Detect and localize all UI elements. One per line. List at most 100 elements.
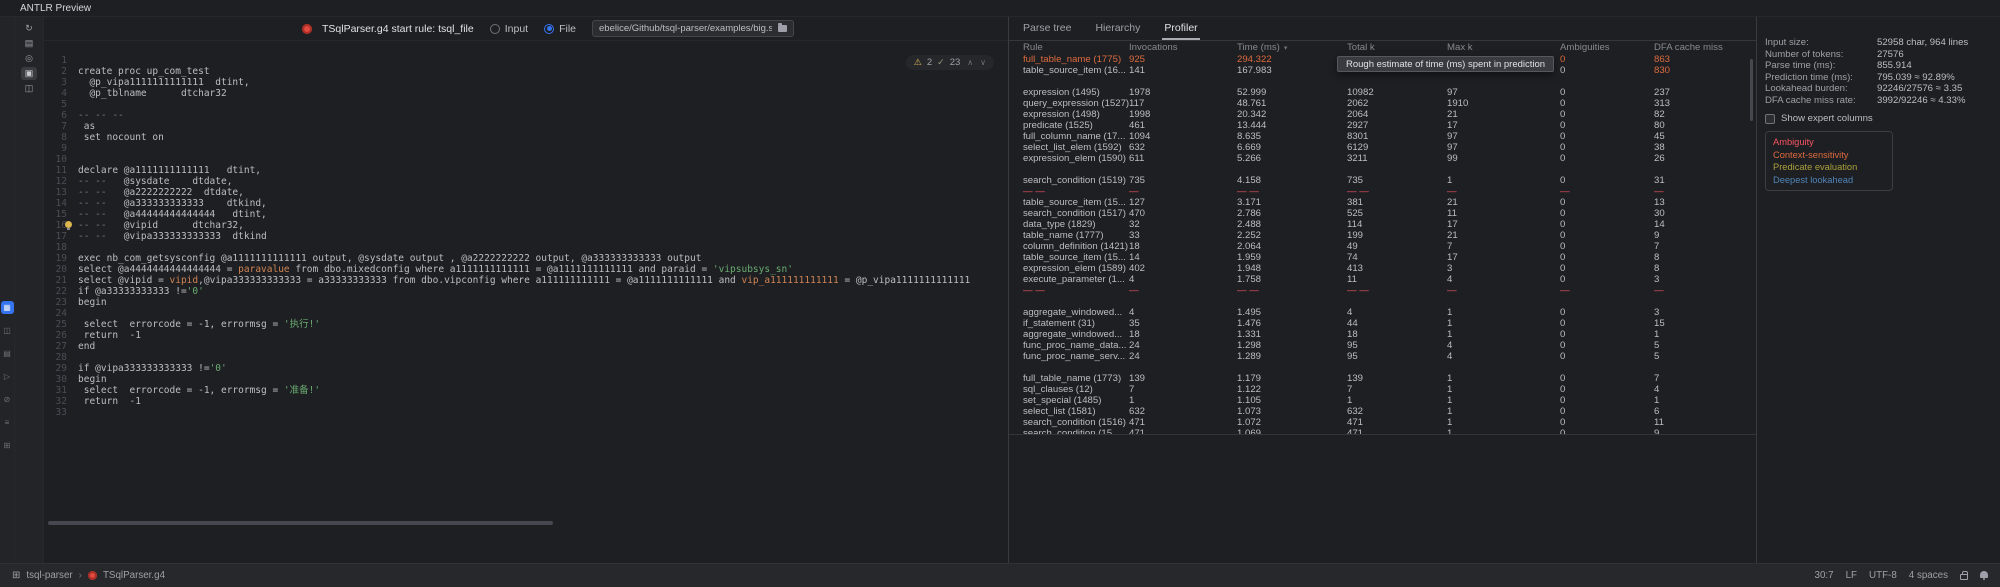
table-row[interactable]: func_proc_name_data...241.29895405	[1009, 340, 1756, 351]
table-row[interactable]: table_source_item (15...141.959741708	[1009, 252, 1756, 263]
code-line[interactable]	[74, 99, 1008, 110]
structure-icon[interactable]: ▤	[21, 37, 37, 50]
table-row[interactable]: search_condition (1519)7354.1587351031	[1009, 175, 1756, 186]
code-line[interactable]: as	[74, 121, 1008, 132]
table-row[interactable]: column_definition (1421)182.06449707	[1009, 241, 1756, 252]
column-header[interactable]: Rule	[1023, 42, 1129, 53]
table-row[interactable]	[1009, 164, 1756, 175]
code-line[interactable]	[74, 154, 1008, 165]
table-row[interactable]: set_special (1485)11.1051101	[1009, 395, 1756, 406]
table-row[interactable]: table_source_item (15...1273.17138121013	[1009, 197, 1756, 208]
table-row[interactable]: query_expression (1527)11748.76120621910…	[1009, 98, 1756, 109]
commit-stripe-button[interactable]: ◫	[1, 324, 14, 337]
input-radio[interactable]: Input	[490, 23, 528, 35]
indent-style[interactable]: 4 spaces	[1909, 570, 1948, 581]
export-icon[interactable]: ◫	[21, 82, 37, 95]
code-line[interactable]: -- -- @sysdate dtdate,	[74, 176, 1008, 187]
structure-stripe-button[interactable]: ▤	[1, 347, 14, 360]
prev-issue-icon[interactable]: ∧	[967, 57, 973, 68]
code-line[interactable]	[74, 242, 1008, 253]
table-row[interactable]: expression_elem (1590)6115.266321199026	[1009, 153, 1756, 164]
code-line[interactable]: @p_vipa1111111111111 dtint,	[74, 77, 1008, 88]
code-line[interactable]: end	[74, 341, 1008, 352]
table-row[interactable]	[1009, 296, 1756, 307]
readonly-lock-icon[interactable]	[1960, 574, 1968, 580]
code-line[interactable]	[74, 143, 1008, 154]
column-header[interactable]: Time (ms)▾	[1237, 42, 1347, 53]
code-line[interactable]: begin	[74, 297, 1008, 308]
table-row[interactable]	[1009, 362, 1756, 373]
breadcrumb-project[interactable]: tsql-parser	[26, 570, 72, 581]
code-line[interactable]: -- -- --	[74, 110, 1008, 121]
table-row[interactable]: expression (1495)197852.99910982970237	[1009, 87, 1756, 98]
code-line[interactable]	[74, 407, 1008, 418]
file-path-field[interactable]: ebelice/Github/tsql-parser/examples/big.…	[592, 20, 794, 37]
tab-profiler[interactable]: Profiler	[1162, 17, 1199, 40]
code-line[interactable]: -- -- @vipa333333333333 dtkind	[74, 231, 1008, 242]
table-row[interactable]: select_list_elem (1592)6326.669612997038	[1009, 142, 1756, 153]
code-line[interactable]: -- -- @vipid dtchar32,	[74, 220, 1008, 231]
column-header[interactable]: DFA cache miss	[1654, 42, 1759, 53]
editor-horizontal-scrollbar[interactable]	[48, 521, 553, 525]
code-line[interactable]: if @vipa333333333333 !='0'	[74, 363, 1008, 374]
code-line[interactable]: create proc up_com_test	[74, 66, 1008, 77]
code-line[interactable]: select @a4444444444444444 = paravalue fr…	[74, 264, 1008, 275]
file-encoding[interactable]: UTF-8	[1869, 570, 1897, 581]
code-line[interactable]: -- -- @a44444444444444 dtint,	[74, 209, 1008, 220]
table-row[interactable]: table_name (1777)332.2521992109	[1009, 230, 1756, 241]
inspections-widget[interactable]: ⚠ 2 ✓ 23 ∧ ∨	[906, 55, 994, 70]
table-row[interactable]: — ——— —— ————	[1009, 285, 1756, 296]
code-line[interactable]: return -1	[74, 396, 1008, 407]
table-row[interactable]: execute_parameter (1...41.75811403	[1009, 274, 1756, 285]
antlr-preview-stripe-button[interactable]: ▦	[1, 301, 14, 314]
table-row[interactable]: — ——— —— ————	[1009, 186, 1756, 197]
table-row[interactable]: aggregate_windowed...181.33118101	[1009, 329, 1756, 340]
code-line[interactable]: select errorcode = -1, errormsg = '准备!'	[74, 385, 1008, 396]
table-row[interactable]: aggregate_windowed...41.4954103	[1009, 307, 1756, 318]
table-row[interactable]: select_list (1581)6321.073632106	[1009, 406, 1756, 417]
show-expert-columns-checkbox[interactable]: Show expert columns	[1765, 113, 2000, 124]
code-line[interactable]: set nocount on	[74, 132, 1008, 143]
table-row[interactable]: data_type (1829)322.48811417014	[1009, 219, 1756, 230]
table-row[interactable]: if_statement (31)351.476441015	[1009, 318, 1756, 329]
line-separator[interactable]: LF	[1846, 570, 1857, 581]
folder-icon[interactable]	[778, 25, 787, 32]
code-line[interactable]: declare @a1111111111111 dtint,	[74, 165, 1008, 176]
code-line[interactable]: if @a33333333333 !='0'	[74, 286, 1008, 297]
workspace-icon[interactable]: ⊞	[12, 570, 20, 581]
terminal-stripe-button[interactable]: ≡	[1, 416, 14, 429]
antlr-settings-icon[interactable]: ▣	[21, 67, 37, 80]
file-radio[interactable]: File	[544, 23, 576, 35]
code-line[interactable]: return -1	[74, 330, 1008, 341]
next-issue-icon[interactable]: ∨	[980, 57, 986, 68]
editor-body[interactable]: 1234567891011121314151617181920212223242…	[44, 41, 1008, 563]
table-row[interactable]: search_condition (1517)4702.78652511030	[1009, 208, 1756, 219]
editor-code[interactable]: create proc up_com_test @p_vipa111111111…	[74, 41, 1008, 418]
code-line[interactable]	[74, 352, 1008, 363]
table-row[interactable]: search_condition (1516)4711.0724711011	[1009, 417, 1756, 428]
code-line[interactable]: begin	[74, 374, 1008, 385]
services-stripe-button[interactable]: ⊞	[1, 439, 14, 452]
code-line[interactable]: -- -- @a2222222222 dtdate,	[74, 187, 1008, 198]
code-line[interactable]: select errorcode = -1, errormsg = '执行!'	[74, 319, 1008, 330]
table-row[interactable]: func_proc_name_serv...241.28995405	[1009, 351, 1756, 362]
code-line[interactable]	[74, 308, 1008, 319]
column-header[interactable]: Max k	[1447, 42, 1560, 53]
code-line[interactable]: @p_tblname dtchar32	[74, 88, 1008, 99]
code-line[interactable]: exec nb_com_getsysconfig @a1111111111111…	[74, 253, 1008, 264]
table-row[interactable]	[1009, 76, 1756, 87]
intention-bulb-icon[interactable]	[65, 221, 72, 228]
column-header[interactable]: Invocations	[1129, 42, 1237, 53]
table-row[interactable]: expression (1498)199820.342206421082	[1009, 109, 1756, 120]
find-icon[interactable]: ◎	[21, 52, 37, 65]
tab-hierarchy[interactable]: Hierarchy	[1093, 17, 1142, 40]
table-row[interactable]: full_table_name (1773)1391.179139107	[1009, 373, 1756, 384]
code-line[interactable]: select @vipid = vipid,@vipa333333333333 …	[74, 275, 1008, 286]
refresh-preview-icon[interactable]: ↻	[21, 22, 37, 35]
table-row[interactable]: sql_clauses (12)71.1227104	[1009, 384, 1756, 395]
caret-position[interactable]: 30:7	[1815, 570, 1834, 581]
column-header[interactable]: Total k	[1347, 42, 1447, 53]
breadcrumb-file[interactable]: TSqlParser.g4	[103, 570, 165, 581]
notifications-bell-icon[interactable]	[1980, 571, 1988, 578]
code-line[interactable]: -- -- @a333333333333 dtkind,	[74, 198, 1008, 209]
